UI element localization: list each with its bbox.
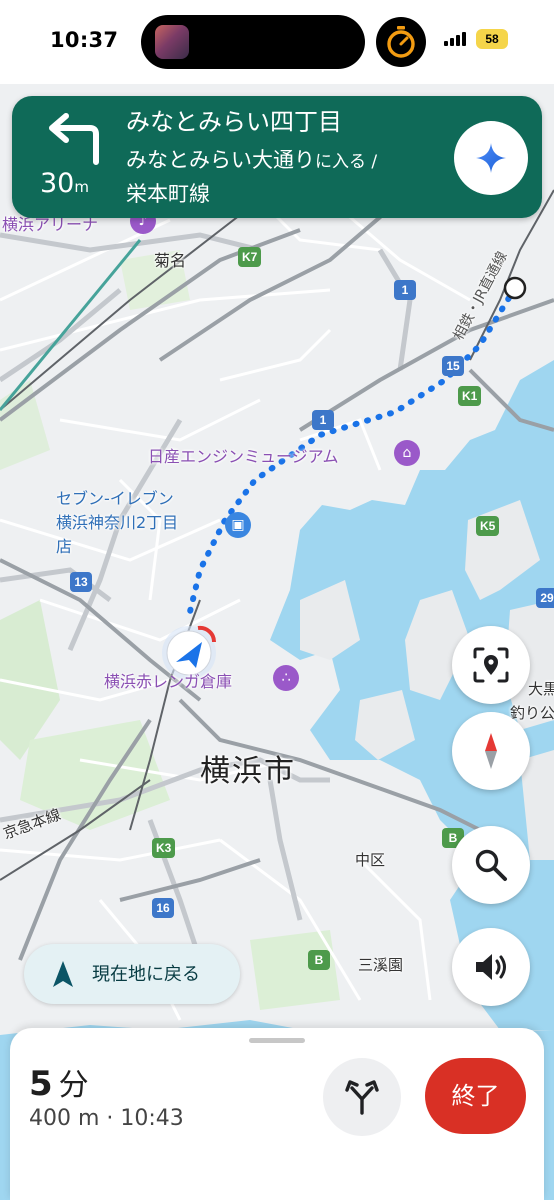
map-label-sankeien: 三溪園 bbox=[358, 956, 404, 974]
road-shield-29: 29 bbox=[536, 588, 554, 608]
timer-icon[interactable] bbox=[376, 17, 426, 67]
map-label-naka: 中区 bbox=[355, 851, 386, 869]
road-shield-k7: K7 bbox=[238, 247, 262, 267]
trip-summary-sheet[interactable]: 5分 400 m · 10:43 終了 bbox=[10, 1028, 544, 1200]
eta-minutes-unit: 分 bbox=[58, 1068, 89, 1103]
map-label-nissan: 日産エンジンミュージアム bbox=[148, 447, 339, 466]
status-bar: 10:37 58 bbox=[0, 0, 554, 84]
road-shield-k5: K5 bbox=[476, 516, 500, 536]
shopping-icon[interactable]: ▣ bbox=[225, 512, 251, 538]
search-button[interactable] bbox=[452, 826, 530, 904]
eta-minutes: 5分 bbox=[29, 1060, 89, 1104]
road-shield-1a: 1 bbox=[394, 280, 416, 300]
media-thumbnail[interactable] bbox=[155, 25, 189, 59]
navigation-arrow-icon bbox=[53, 961, 73, 987]
report-location-icon bbox=[473, 647, 509, 683]
road-shield-k1: K1 bbox=[458, 386, 482, 406]
map-label-kikuna: 菊名 bbox=[154, 251, 187, 270]
status-time: 10:37 bbox=[50, 28, 119, 52]
road-shield-16: 16 bbox=[152, 898, 174, 918]
route-fork-icon bbox=[345, 1080, 379, 1115]
recenter-label: 現在地に戻る bbox=[92, 964, 200, 985]
report-location-button[interactable] bbox=[452, 626, 530, 704]
road-shield-15: 15 bbox=[442, 356, 464, 376]
map-label-daikoku-1: 大黒 bbox=[528, 680, 554, 698]
map-label-daikoku-2: 釣り公 bbox=[510, 704, 554, 722]
nav-instruction-line2: 栄本町線 bbox=[126, 182, 210, 206]
compass-icon bbox=[485, 733, 497, 769]
road-shield-13: 13 bbox=[70, 572, 92, 592]
road-shield-b2: B bbox=[308, 950, 330, 970]
turn-distance-value: 30 bbox=[40, 168, 75, 199]
road-shield-k3: K3 bbox=[152, 838, 176, 858]
nav-street-name: みなとみらい四丁目 bbox=[126, 108, 342, 136]
dynamic-island[interactable] bbox=[141, 15, 365, 69]
compass-button[interactable] bbox=[452, 712, 530, 790]
turn-distance-unit: m bbox=[74, 178, 89, 196]
nav-instruction-road: みなとみらい大通り bbox=[126, 148, 315, 172]
map-label-seven-1: セブン-イレブン bbox=[56, 489, 174, 508]
museum-icon[interactable]: ⌂ bbox=[394, 440, 420, 466]
road-shield-1b: 1 bbox=[312, 410, 334, 430]
nav-instruction-suffix: に入る / bbox=[315, 152, 378, 172]
gemini-button[interactable] bbox=[454, 121, 528, 195]
eta-minutes-value: 5 bbox=[29, 1064, 53, 1104]
navigation-banner[interactable]: 30m みなとみらい四丁目 みなとみらい大通りに入る / 栄本町線 bbox=[12, 96, 542, 218]
signal-icon bbox=[444, 32, 470, 46]
map-label-seven-3: 店 bbox=[56, 537, 73, 556]
turn-left-icon bbox=[49, 113, 99, 165]
turn-distance: 30m bbox=[40, 168, 89, 199]
map-label-city: 横浜市 bbox=[200, 754, 296, 789]
search-icon bbox=[475, 849, 507, 881]
gemini-sparkle-icon bbox=[476, 143, 506, 173]
battery-icon: 58 bbox=[476, 29, 508, 49]
map-label-seven-2: 横浜神奈川2丁目 bbox=[56, 513, 179, 532]
recenter-button[interactable]: 現在地に戻る bbox=[24, 944, 240, 1004]
eta-details: 400 m · 10:43 bbox=[29, 1106, 184, 1131]
drag-handle[interactable] bbox=[249, 1038, 305, 1043]
alternate-routes-button[interactable] bbox=[323, 1058, 401, 1136]
end-navigation-button[interactable]: 終了 bbox=[425, 1058, 526, 1134]
landmark-icon[interactable]: ∴ bbox=[273, 665, 299, 691]
sound-button[interactable] bbox=[452, 928, 530, 1006]
sound-icon bbox=[476, 954, 506, 980]
map-label-redbrick: 横浜赤レンガ倉庫 bbox=[104, 672, 233, 691]
destination-marker bbox=[503, 276, 527, 300]
nav-instruction: みなとみらい大通りに入る / 栄本町線 bbox=[126, 144, 446, 210]
